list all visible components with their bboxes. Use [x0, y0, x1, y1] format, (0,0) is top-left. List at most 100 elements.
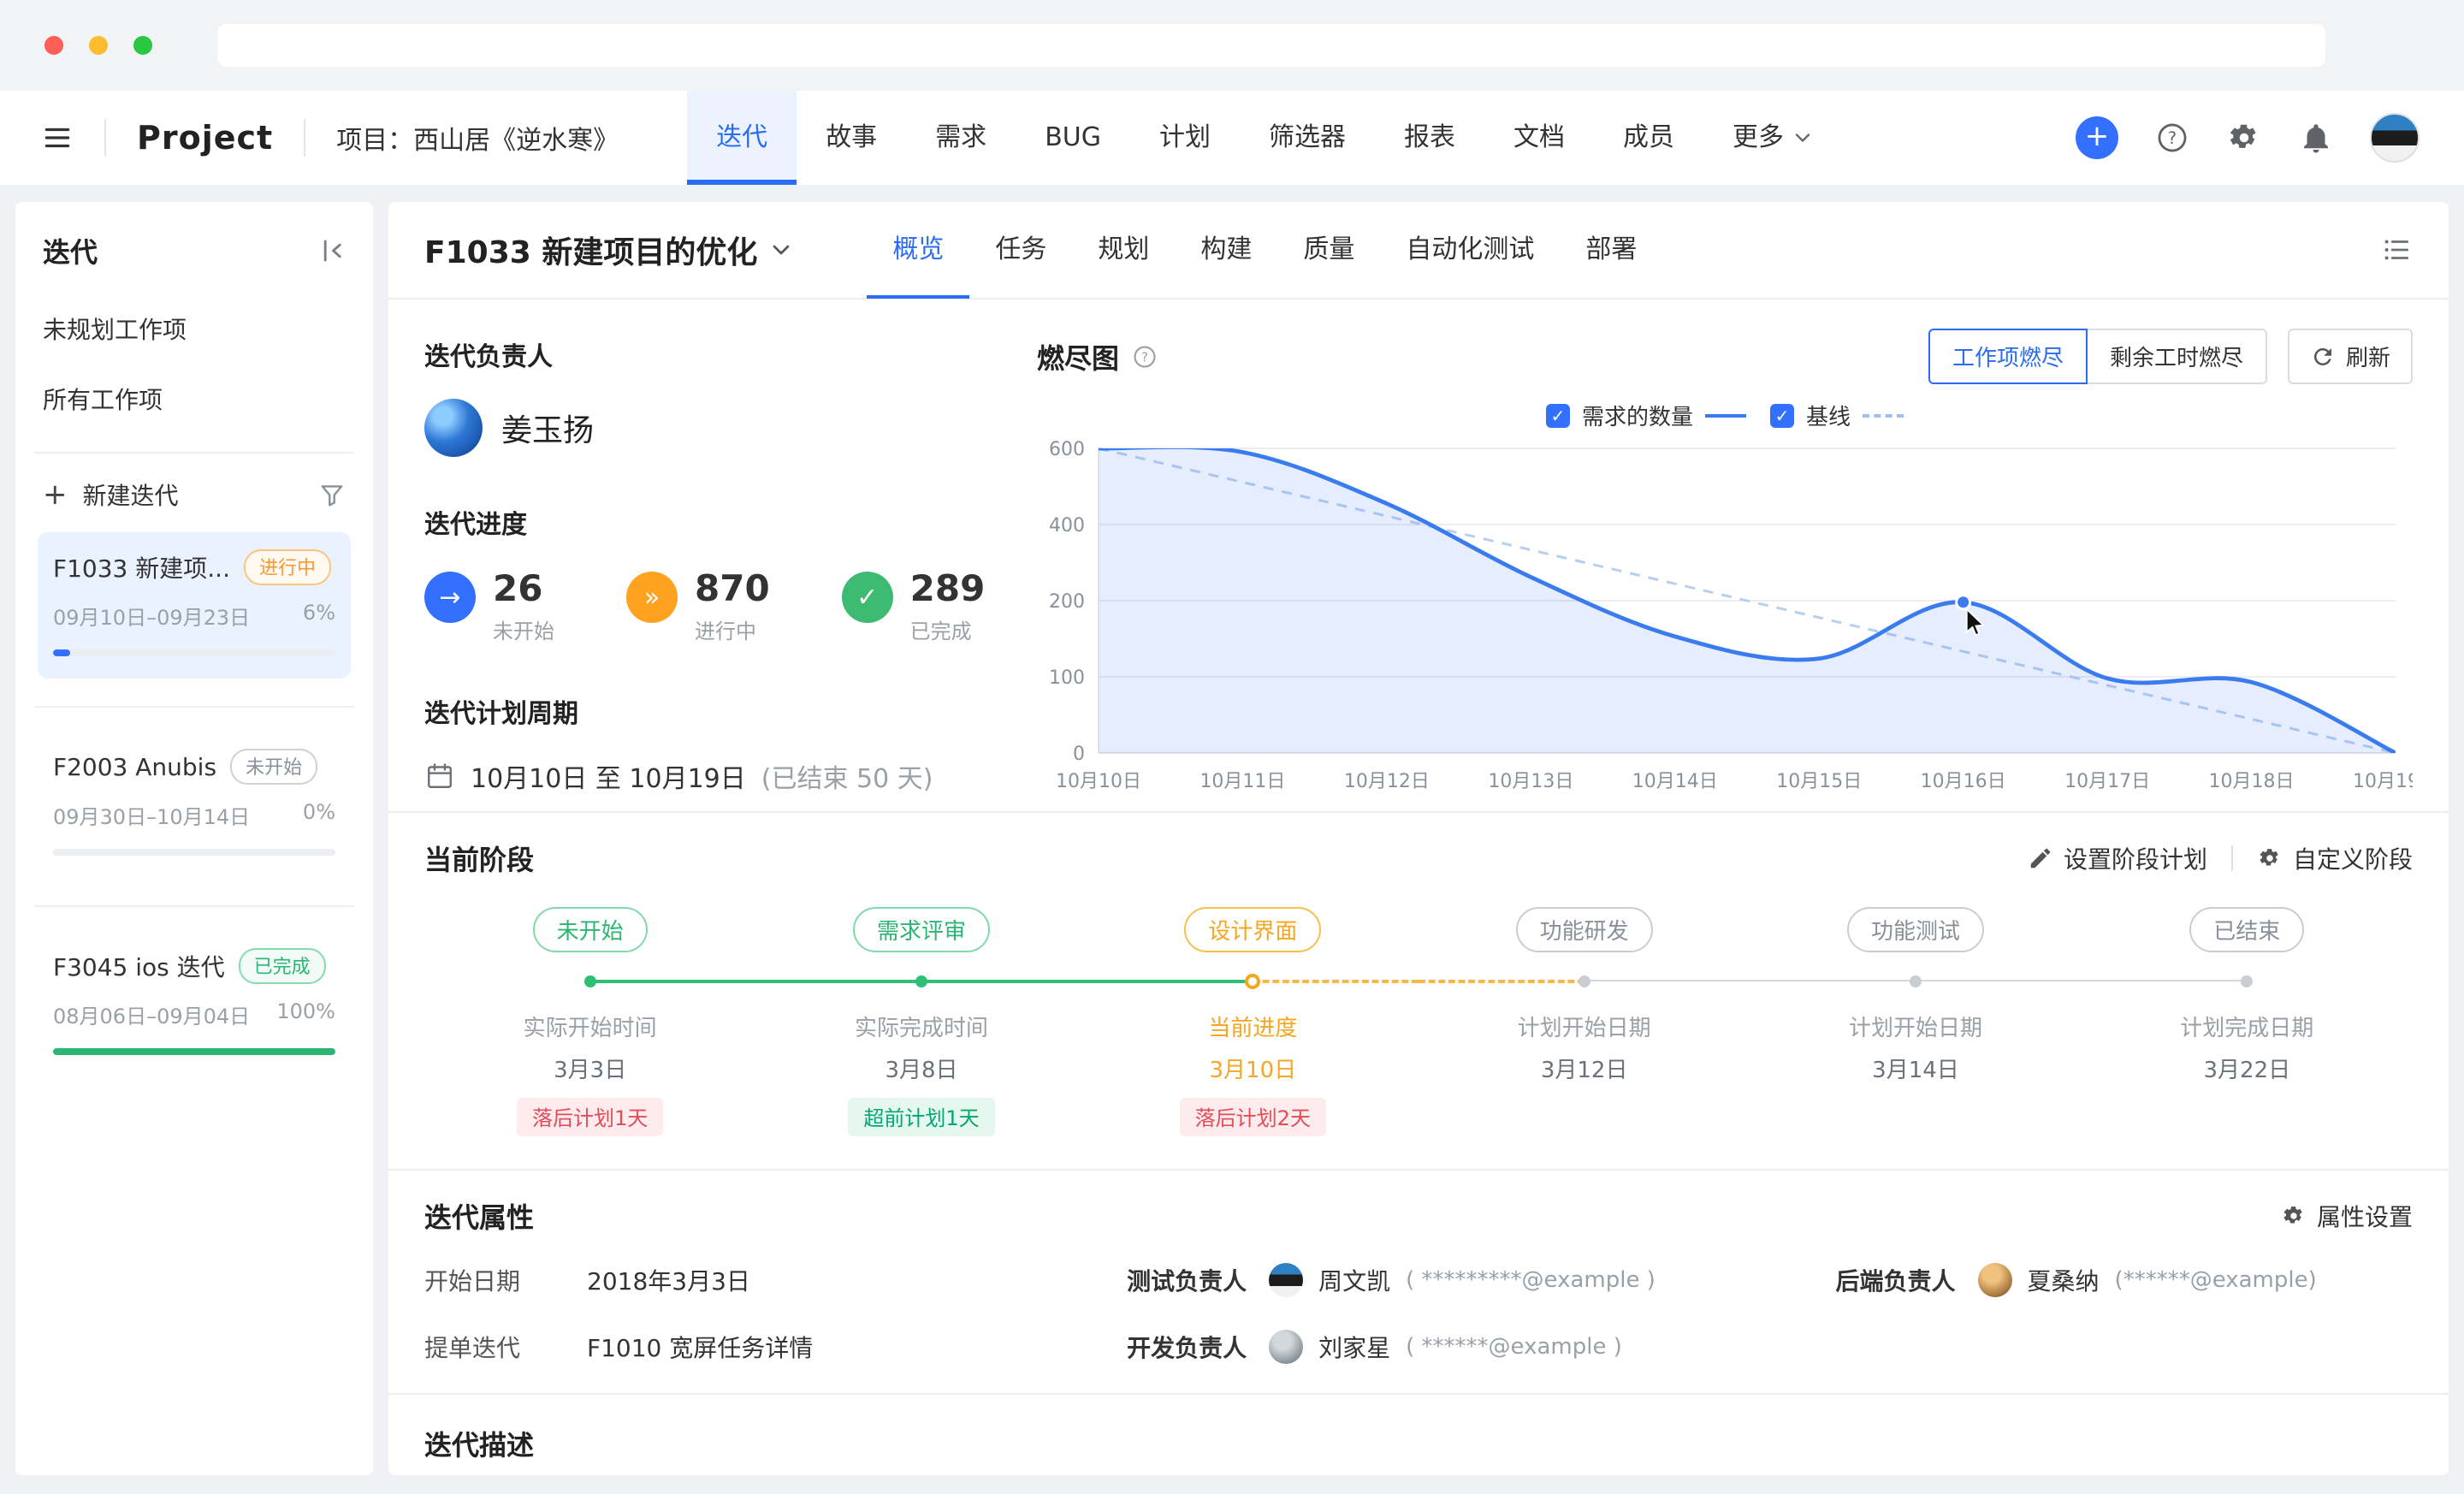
progress-bar	[53, 1048, 335, 1055]
progress-bar	[53, 649, 335, 656]
iteration-card-f1033[interactable]: F1033 新建项... 进行中 09月10日–09月23日 6%	[38, 532, 351, 679]
filter-icon[interactable]	[318, 481, 346, 508]
progress-label: 迭代进度	[424, 503, 1037, 541]
new-iteration-button[interactable]: + 新建迭代	[43, 477, 179, 512]
stat-label: 进行中	[695, 614, 770, 644]
legend-demand-count[interactable]: ✓ 需求的数量	[1546, 400, 1746, 431]
person-name[interactable]: 周文凯	[1318, 1263, 1390, 1297]
tab-automation[interactable]: 自动化测试	[1380, 202, 1560, 299]
nav-item-iteration[interactable]: 迭代	[687, 91, 797, 185]
sidebar-link-unplanned[interactable]: 未规划工作项	[43, 311, 346, 346]
chart-legend: ✓ 需求的数量 ✓ 基线	[1037, 400, 2413, 431]
help-icon[interactable]	[1131, 343, 1158, 371]
person-name[interactable]: 刘家星	[1318, 1330, 1390, 1364]
arrow-right-icon: →	[424, 572, 476, 623]
property-backend-owner: 后端负责人 夏桑纳 (******@example)	[1836, 1263, 2413, 1297]
workitem-burndown-button[interactable]: 工作项燃尽	[1928, 329, 2088, 384]
stage-date: 3月8日	[885, 1052, 957, 1084]
user-avatar[interactable]	[2370, 113, 2420, 163]
stat-value: 289	[910, 568, 986, 609]
stat-label: 已完成	[910, 614, 986, 644]
stage-field: 实际完成时间	[855, 1011, 988, 1042]
iteration-card-f2003[interactable]: F2003 Anubis 未开始 09月30日–10月14日 0%	[38, 732, 351, 878]
property-label: 提单迭代	[424, 1330, 572, 1364]
svg-text:100: 100	[1049, 667, 1085, 689]
hours-burndown-button[interactable]: 剩余工时燃尽	[2086, 329, 2267, 384]
svg-text:10月14日: 10月14日	[1632, 771, 1718, 792]
svg-text:10月17日: 10月17日	[2064, 771, 2150, 792]
status-badge: 进行中	[244, 549, 331, 585]
person-name[interactable]: 夏桑纳	[2028, 1263, 2100, 1297]
burndown-chart: 010020040060010月10日10月11日10月12日10月13日10月…	[1037, 435, 2413, 801]
solid-line-sample	[1705, 414, 1746, 418]
collapse-sidebar-icon[interactable]	[317, 236, 346, 265]
set-stage-plan-button[interactable]: 设置阶段计划	[2028, 841, 2207, 875]
nav-item-bug[interactable]: BUG	[1016, 91, 1130, 185]
property-settings-button[interactable]: 属性设置	[2281, 1199, 2413, 1233]
legend-baseline[interactable]: ✓ 基线	[1770, 400, 1904, 431]
iteration-card-f3045[interactable]: F3045 ios 迭代 已完成 08月06日–09月04日 100%	[38, 931, 351, 1077]
sidebar-link-all-items[interactable]: 所有工作项	[43, 382, 346, 416]
progress-fill	[53, 1048, 335, 1055]
maximize-window-button[interactable]	[133, 36, 152, 55]
overview-section: 迭代负责人 姜玉扬 迭代进度 → 26 未开始 »	[388, 299, 2449, 811]
stat-value: 26	[493, 568, 554, 609]
burndown-panel: 燃尽图 工作项燃尽 剩余工时燃尽 刷新	[1037, 329, 2413, 801]
property-value[interactable]: F1010 宽屏任务详情	[587, 1330, 813, 1364]
person-email: (******@example)	[2115, 1267, 2317, 1293]
iteration-sidebar: 迭代 未规划工作项 所有工作项 + 新建迭代 F1033 新建项... 进行中 …	[15, 202, 373, 1475]
tab-build[interactable]: 构建	[1175, 202, 1277, 299]
current-stage-section: 当前阶段 设置阶段计划 自定义阶段 未开始	[388, 811, 2449, 1169]
nav-item-plan[interactable]: 计划	[1130, 91, 1240, 185]
svg-text:200: 200	[1049, 591, 1085, 613]
nav-item-story[interactable]: 故事	[797, 91, 906, 185]
tab-tasks[interactable]: 任务	[969, 202, 1072, 299]
checkbox-checked-icon[interactable]: ✓	[1546, 404, 1570, 428]
checkbox-checked-icon[interactable]: ✓	[1770, 404, 1794, 428]
divider	[304, 119, 305, 157]
tab-quality[interactable]: 质量	[1277, 202, 1380, 299]
stages-title: 当前阶段	[424, 839, 534, 878]
iteration-name: F1033 新建项...	[53, 550, 230, 584]
iteration-percent: 0%	[303, 800, 335, 830]
avatar	[1269, 1330, 1303, 1364]
svg-text:10月10日: 10月10日	[1056, 771, 1141, 792]
calendar-icon	[424, 761, 455, 791]
nav-item-member[interactable]: 成员	[1594, 91, 1703, 185]
close-window-button[interactable]	[44, 36, 63, 55]
nav-item-report[interactable]: 报表	[1375, 91, 1484, 185]
minimize-window-button[interactable]	[89, 36, 108, 55]
gear-icon[interactable]	[2226, 120, 2262, 156]
hamburger-menu-icon[interactable]	[41, 122, 74, 154]
stage-dot	[2241, 975, 2253, 987]
owner-label: 迭代负责人	[424, 335, 1037, 373]
stage-pill: 未开始	[533, 907, 648, 952]
stage-pill: 功能研发	[1516, 907, 1653, 952]
header-actions: +	[2076, 113, 2420, 163]
properties-grid: 开始日期 2018年3月3日 测试负责人 周文凯 ( *********@exa…	[424, 1263, 2413, 1364]
nav-item-more[interactable]: 更多	[1703, 91, 1844, 185]
period-note: (已结束 50 天)	[761, 757, 933, 795]
refresh-button[interactable]: 刷新	[2288, 329, 2413, 384]
create-button[interactable]: +	[2076, 116, 2118, 159]
stage-testing: 功能测试 计划开始日期 3月14日	[1750, 907, 2081, 1136]
iteration-dates: 09月10日–09月23日	[53, 601, 250, 631]
nav-item-filter[interactable]: 筛选器	[1240, 91, 1375, 185]
custom-stage-button[interactable]: 自定义阶段	[2257, 841, 2413, 875]
stage-dot	[1578, 975, 1590, 987]
help-icon[interactable]	[2154, 120, 2190, 156]
list-view-icon[interactable]	[2380, 234, 2413, 266]
tab-planning[interactable]: 规划	[1072, 202, 1175, 299]
svg-text:10月18日: 10月18日	[2209, 771, 2295, 792]
project-name[interactable]: 项目：西山居《逆水寒》	[336, 119, 619, 157]
iteration-title-dropdown[interactable]: F1033 新建项目的优化	[424, 228, 795, 272]
nav-item-document[interactable]: 文档	[1484, 91, 1594, 185]
stage-pill: 设计界面	[1184, 907, 1321, 952]
tab-deploy[interactable]: 部署	[1560, 202, 1662, 299]
nav-item-requirement[interactable]: 需求	[906, 91, 1016, 185]
address-bar[interactable]	[217, 24, 2325, 67]
tab-overview[interactable]: 概览	[867, 202, 969, 299]
double-arrow-icon: »	[626, 572, 678, 623]
dashed-line-sample	[1863, 414, 1904, 418]
bell-icon[interactable]	[2298, 120, 2334, 156]
